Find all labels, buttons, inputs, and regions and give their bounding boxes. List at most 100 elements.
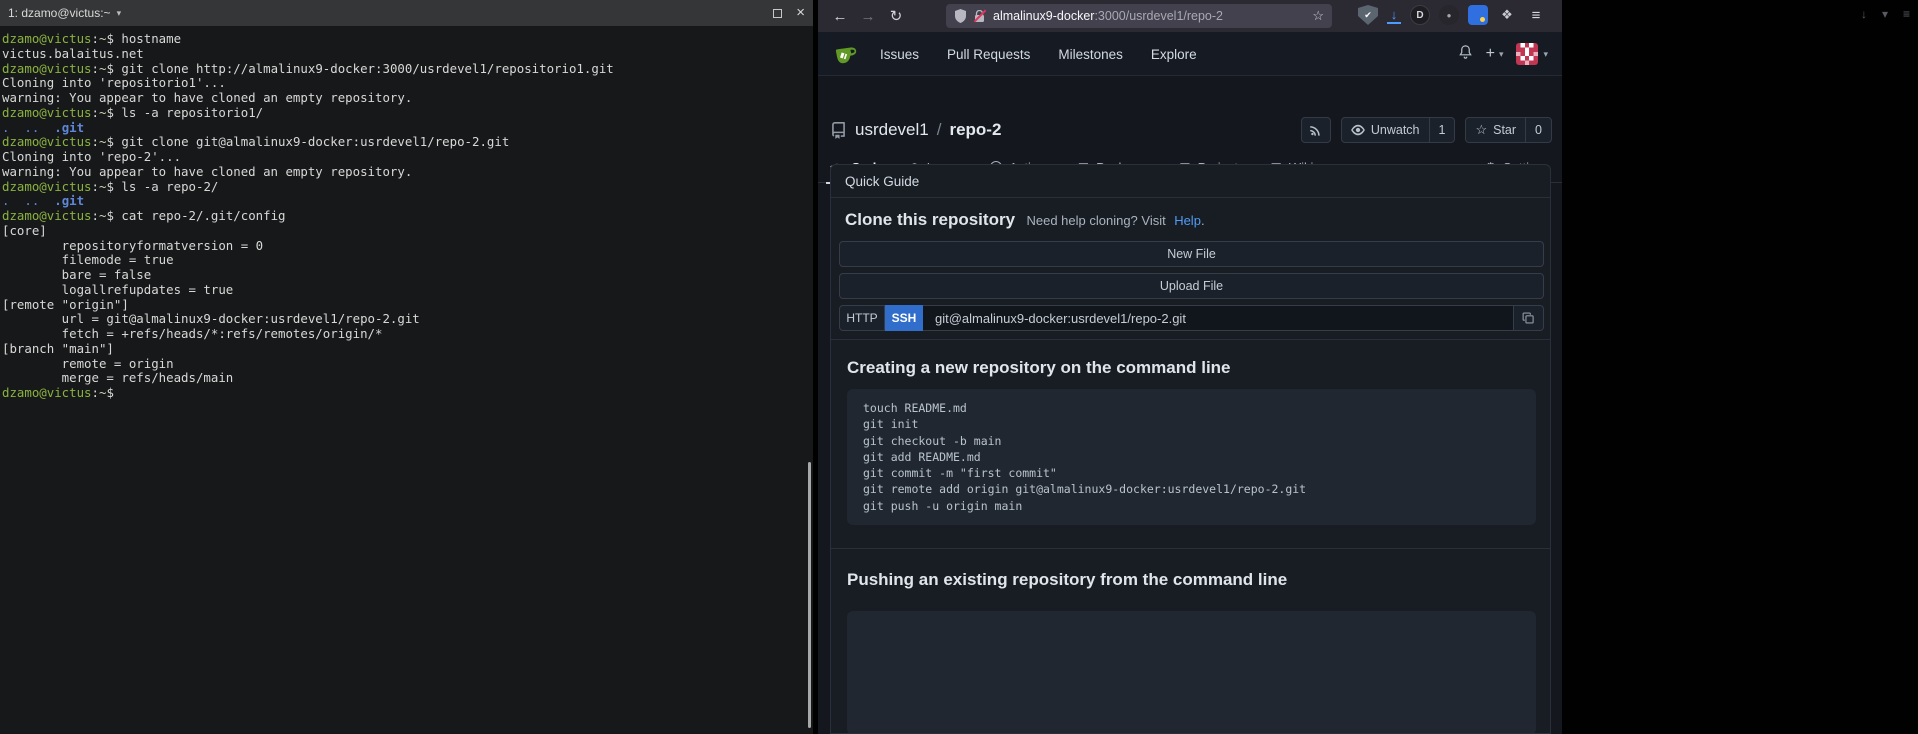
repo-book-icon xyxy=(830,122,847,139)
user-menu[interactable]: ▾ xyxy=(1516,43,1548,65)
desktop-tray: ↓ ▾ ≡ xyxy=(1861,7,1910,21)
terminal-title: 1: dzamo@victus:~ xyxy=(8,6,111,20)
terminal-line: repositoryformatversion = 0 xyxy=(2,239,807,254)
terminal-line: dzamo@victus:~$ hostname xyxy=(2,32,807,47)
terminal-line: merge = refs/heads/main xyxy=(2,371,807,386)
puzzle-icon[interactable]: ❖ xyxy=(1497,5,1517,25)
gitea-nav-menu: Issues Pull Requests Milestones Explore xyxy=(880,32,1197,76)
code-block-create[interactable]: touch README.mdgit initgit checkout -b m… xyxy=(847,389,1536,525)
section-divider-2 xyxy=(831,548,1550,549)
terminal-line: filemode = true xyxy=(2,253,807,268)
terminal-line: Cloning into 'repositorio1'... xyxy=(2,76,807,91)
push-existing-heading: Pushing an existing repository from the … xyxy=(847,569,1287,591)
restore-window-icon[interactable] xyxy=(773,9,782,18)
bookmark-star-icon[interactable]: ☆ xyxy=(1312,8,1324,24)
back-button[interactable]: ← xyxy=(826,8,854,25)
dark-badge-icon[interactable]: ● xyxy=(1439,5,1459,25)
clone-url-row: HTTP SSH git@almalinux9-docker:usrdevel1… xyxy=(839,305,1544,331)
terminal-line: bare = false xyxy=(2,268,807,283)
url-bar[interactable]: almalinux9-docker:3000/usrdevel1/repo-2 … xyxy=(946,4,1332,28)
terminal-scrollbar[interactable] xyxy=(808,462,811,728)
watch-count[interactable]: 1 xyxy=(1429,118,1455,142)
browser-window: ← → ↻ almalinux9-docker:3000/usrdevel1/r… xyxy=(818,0,1562,734)
star-count[interactable]: 0 xyxy=(1525,118,1551,142)
tray-download-icon[interactable]: ↓ xyxy=(1861,7,1867,21)
help-suffix: . xyxy=(1201,213,1205,228)
tracking-shield-icon[interactable] xyxy=(954,9,967,23)
gitea-logo-icon[interactable] xyxy=(832,40,860,73)
star-button[interactable]: ☆ Star 0 xyxy=(1465,117,1552,143)
terminal-line: dzamo@victus:~$ ls -a repositorio1/ xyxy=(2,106,807,121)
code-line: git init xyxy=(863,416,1520,432)
unwatch-label: Unwatch xyxy=(1371,123,1420,137)
create-repo-heading: Creating a new repository on the command… xyxy=(847,357,1231,379)
repo-owner-link[interactable]: usrdevel1 xyxy=(855,120,929,140)
menu-icon[interactable]: ≡ xyxy=(1526,5,1546,25)
nav-item-milestones[interactable]: Milestones xyxy=(1058,47,1123,62)
help-link[interactable]: Help xyxy=(1174,213,1201,228)
terminal-line: dzamo@victus:~$ git clone git@almalinux9… xyxy=(2,135,807,150)
gitea-nav-right: + ▾ ▾ xyxy=(1458,32,1548,76)
forward-button[interactable]: → xyxy=(854,8,882,25)
terminal-title-caret-icon[interactable]: ▾ xyxy=(117,8,122,19)
quick-guide-box: Quick Guide Clone this repository Need h… xyxy=(830,164,1551,734)
code-line: git push -u origin main xyxy=(863,498,1520,514)
copy-url-button[interactable] xyxy=(1514,305,1544,331)
nav-item-issues[interactable]: Issues xyxy=(880,47,919,62)
gitea-page: Issues Pull Requests Milestones Explore + ▾… xyxy=(818,32,1562,734)
nav-item-explore[interactable]: Explore xyxy=(1151,47,1197,62)
shield-check-icon[interactable]: ✔ xyxy=(1358,5,1378,25)
gitea-navbar: Issues Pull Requests Milestones Explore + ▾… xyxy=(818,32,1562,76)
user-caret-icon: ▾ xyxy=(1543,49,1548,60)
create-new-button[interactable]: + ▾ xyxy=(1486,45,1504,63)
terminal-line: dzamo@victus:~$ xyxy=(2,386,807,401)
user-avatar xyxy=(1516,43,1538,65)
clone-heading: Clone this repository xyxy=(845,210,1015,229)
notes-badge-icon[interactable] xyxy=(1468,5,1488,25)
clone-heading-row: Clone this repository Need help cloning?… xyxy=(845,209,1205,232)
notifications-bell-icon[interactable] xyxy=(1458,44,1473,65)
terminal-line: remote = origin xyxy=(2,357,807,372)
rss-button[interactable] xyxy=(1301,117,1331,143)
terminal-titlebar[interactable]: 1: dzamo@victus:~ ▾ × xyxy=(0,0,813,26)
repo-name-link[interactable]: repo-2 xyxy=(949,120,1001,140)
letter-d-badge-icon[interactable]: D xyxy=(1410,5,1430,25)
http-toggle-button[interactable]: HTTP xyxy=(839,305,885,331)
terminal-line: dzamo@victus:~$ cat repo-2/.git/config xyxy=(2,209,807,224)
nav-item-pull-requests[interactable]: Pull Requests xyxy=(947,47,1030,62)
repo-action-buttons: Unwatch 1 ☆ Star 0 xyxy=(1301,117,1552,143)
new-file-button[interactable]: New File xyxy=(839,241,1544,267)
download-arrow-icon[interactable]: ↓ xyxy=(1387,7,1401,24)
terminal-window: 1: dzamo@victus:~ ▾ × dzamo@victus:~$ ho… xyxy=(0,0,813,734)
terminal-output[interactable]: dzamo@victus:~$ hostnamevictus.balaitus.… xyxy=(2,26,807,734)
tray-caret-icon[interactable]: ▾ xyxy=(1882,7,1888,21)
terminal-line: victus.balaitus.net xyxy=(2,47,807,62)
code-block-push[interactable] xyxy=(847,611,1536,734)
clone-url-input[interactable]: git@almalinux9-docker:usrdevel1/repo-2.g… xyxy=(923,305,1514,331)
reload-button[interactable]: ↻ xyxy=(882,7,910,25)
extension-icons: ✔ ↓ D ● ❖ ≡ xyxy=(1358,5,1546,25)
unwatch-button[interactable]: Unwatch 1 xyxy=(1341,117,1456,143)
url-path: :3000/usrdevel1/repo-2 xyxy=(1094,9,1223,23)
insecure-lock-icon[interactable] xyxy=(974,10,985,23)
code-line: git add README.md xyxy=(863,449,1520,465)
tray-menu-icon[interactable]: ≡ xyxy=(1903,7,1910,21)
terminal-line: [core] xyxy=(2,224,807,239)
ssh-toggle-button[interactable]: SSH xyxy=(885,305,923,331)
browser-toolbar: ← → ↻ almalinux9-docker:3000/usrdevel1/r… xyxy=(818,0,1562,32)
star-icon: ☆ xyxy=(1475,122,1487,138)
star-label: Star xyxy=(1493,123,1516,137)
terminal-line: logallrefupdates = true xyxy=(2,283,807,298)
close-window-icon[interactable]: × xyxy=(796,8,805,18)
repo-title: usrdevel1 / repo-2 xyxy=(830,120,1001,140)
upload-file-button[interactable]: Upload File xyxy=(839,273,1544,299)
terminal-line: [remote "origin"] xyxy=(2,298,807,313)
terminal-line: dzamo@victus:~$ git clone http://almalin… xyxy=(2,62,807,77)
terminal-line: . .. .git xyxy=(2,121,807,136)
plus-icon: + xyxy=(1486,45,1495,63)
url-host: almalinux9-docker xyxy=(993,9,1094,23)
terminal-line: warning: You appear to have cloned an em… xyxy=(2,165,807,180)
code-line: git remote add origin git@almalinux9-doc… xyxy=(863,481,1520,497)
url-text[interactable]: almalinux9-docker:3000/usrdevel1/repo-2 xyxy=(993,9,1306,23)
code-line: git checkout -b main xyxy=(863,433,1520,449)
